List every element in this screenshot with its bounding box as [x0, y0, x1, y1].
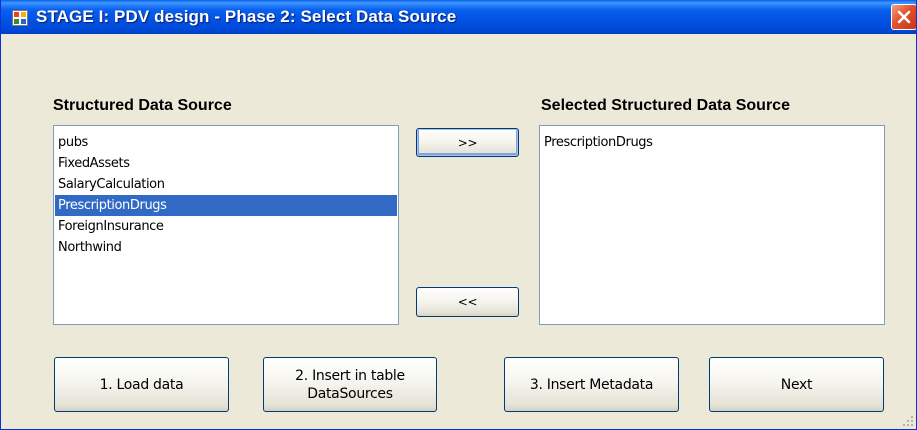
structured-data-source-label: Structured Data Source — [53, 97, 232, 114]
window-app-icon — [12, 10, 28, 26]
close-button[interactable] — [891, 4, 916, 30]
list-item[interactable]: PrescriptionDrugs — [541, 132, 883, 153]
next-button[interactable]: Next — [709, 357, 884, 412]
window-title: STAGE I: PDV design - Phase 2: Select Da… — [36, 7, 457, 26]
insert-in-table-line2: DataSources — [307, 385, 393, 402]
list-item[interactable]: Northwind — [55, 237, 397, 258]
list-item[interactable]: PrescriptionDrugs — [55, 195, 397, 216]
close-icon — [897, 10, 911, 24]
list-item[interactable]: FixedAssets — [55, 153, 397, 174]
selected-data-source-label: Selected Structured Data Source — [541, 97, 790, 114]
insert-metadata-button[interactable]: 3. Insert Metadata — [504, 357, 679, 412]
list-item[interactable]: pubs — [55, 132, 397, 153]
remove-source-button[interactable]: << — [416, 287, 519, 317]
insert-in-table-line1: 2. Insert in table — [295, 367, 405, 384]
list-item[interactable]: SalaryCalculation — [55, 174, 397, 195]
resize-grip-icon[interactable] — [902, 415, 914, 427]
load-data-button[interactable]: 1. Load data — [54, 357, 229, 412]
title-bar[interactable]: STAGE I: PDV design - Phase 2: Select Da… — [1, 0, 916, 34]
dialog-window: STAGE I: PDV design - Phase 2: Select Da… — [0, 0, 917, 430]
insert-in-table-button[interactable]: 2. Insert in table DataSources — [263, 357, 437, 412]
selected-data-source-list[interactable]: PrescriptionDrugs — [539, 125, 885, 325]
list-item[interactable]: ForeignInsurance — [55, 216, 397, 237]
structured-data-source-list[interactable]: pubs FixedAssets SalaryCalculation Prescrip… — [53, 125, 399, 325]
add-source-button[interactable]: >> — [416, 128, 519, 157]
